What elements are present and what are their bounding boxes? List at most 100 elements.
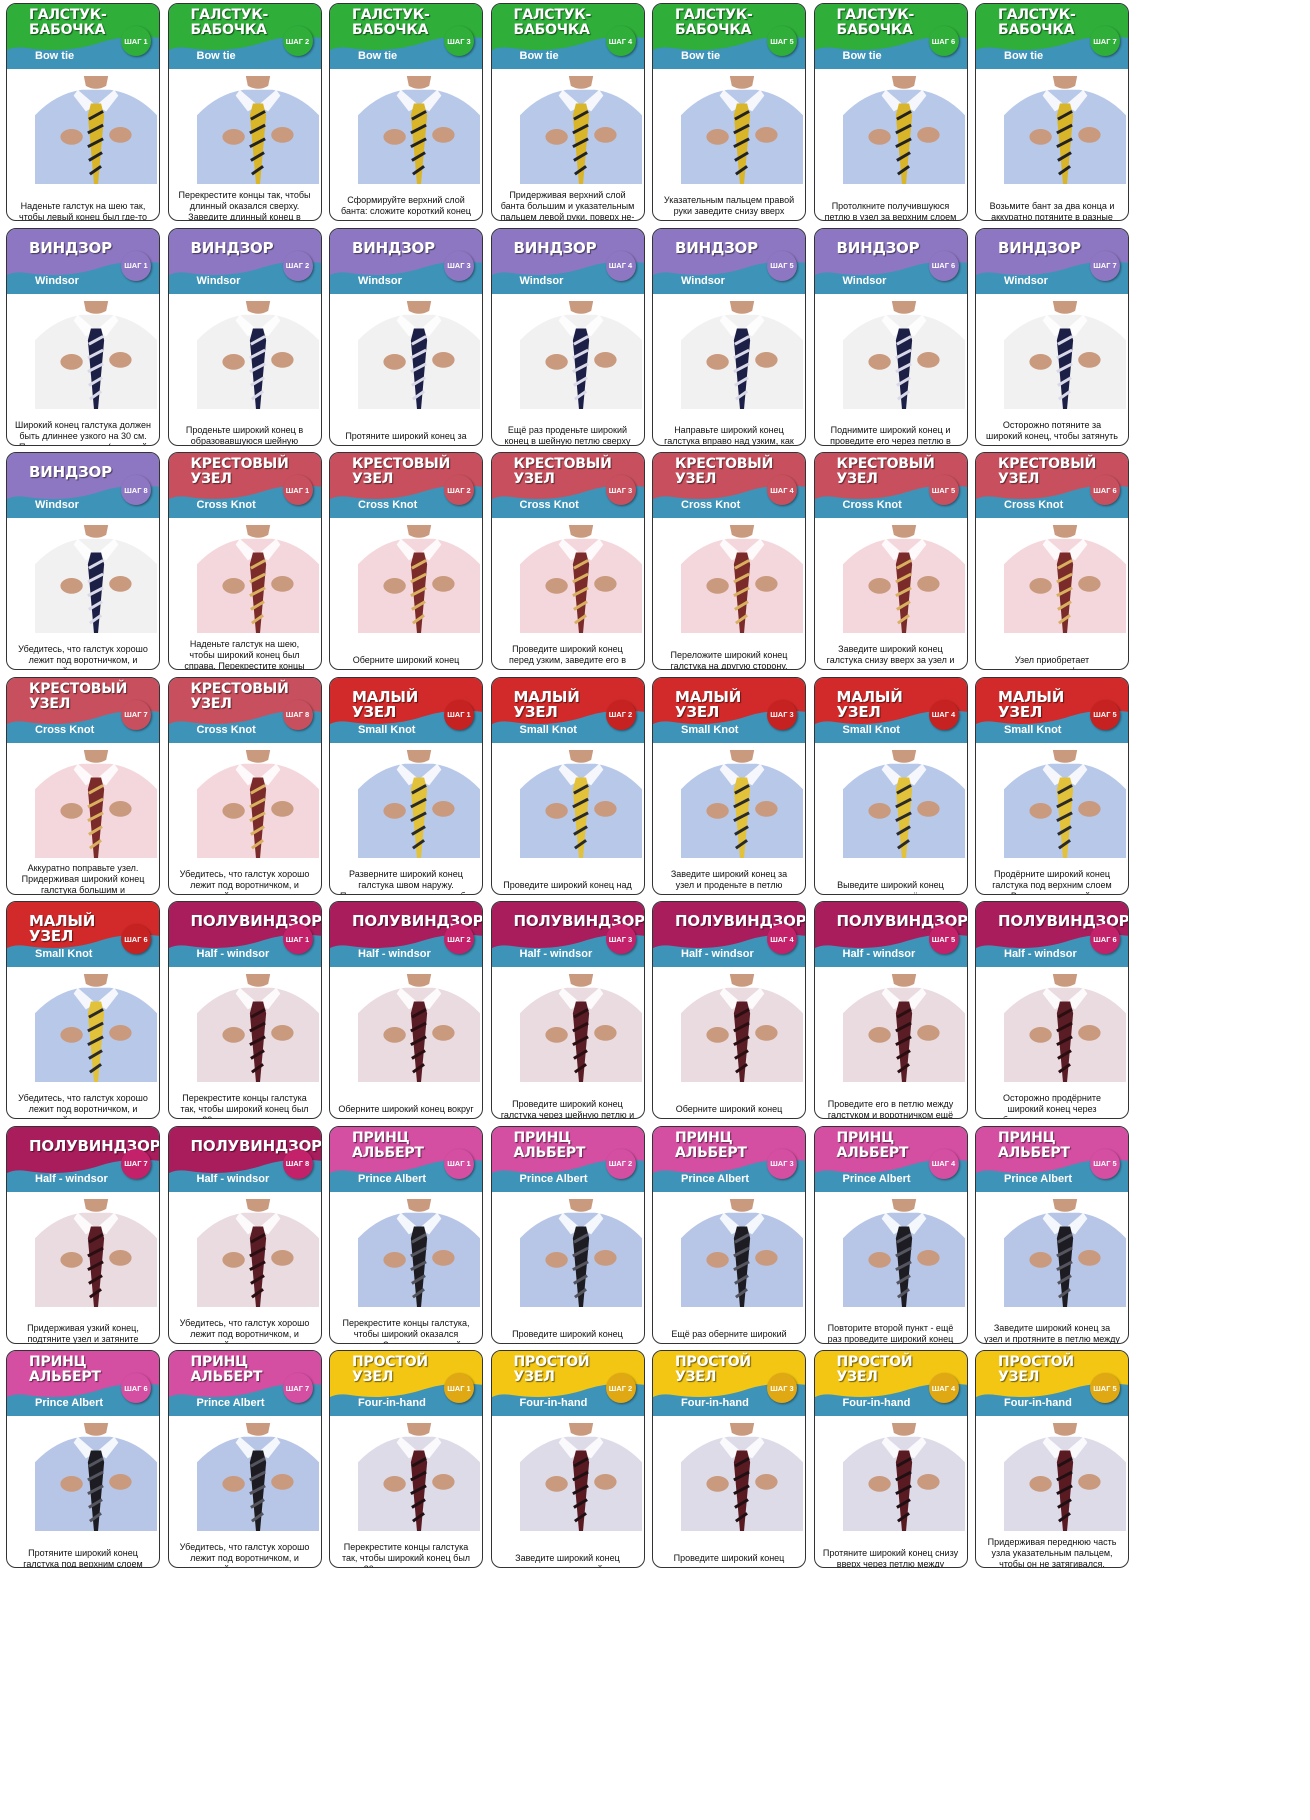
step-photo — [681, 1198, 803, 1307]
card-header: ПОЛУВИНДЗОР Half - windsor ШАГ 4 — [653, 902, 805, 967]
step-instruction: Протяните широкий конец за узлом на леву… — [345, 430, 467, 445]
instruction-card: ВИНДЗОР Windsor ШАГ 4 Ещё раз проденьте … — [490, 227, 645, 446]
step-badge: ШАГ 6 — [121, 924, 151, 954]
instruction-card: КРЕСТОВЫЙ УЗЕЛ Cross Knot ШАГ 4 Переложи… — [652, 452, 806, 670]
step-instruction: Перекрестите концы галстука так, чтобы ш… — [341, 1542, 471, 1567]
instruction-card: ВИНДЗОР Windsor ШАГ 8 Убедитесь, что гал… — [6, 452, 160, 670]
card-title: ПОЛУВИНДЗОР — [998, 912, 1128, 930]
card-header: ПРИНЦ АЛЬБЕРТ Prince Albert ШАГ 5 — [976, 1126, 1128, 1192]
card-subtitle: Four-in-hand — [681, 1397, 749, 1409]
card-header: ГАЛСТУК-БАБОЧКА Bow tie ШАГ 2 — [168, 4, 321, 69]
step-badge: ШАГ 2 — [444, 924, 474, 954]
card-subtitle: Cross Knot — [842, 499, 902, 511]
instruction-card: ПРОСТОЙ УЗЕЛ Four-in-hand ШАГ 3 Проведит… — [652, 1350, 806, 1568]
step-instruction: Заведите широкий конец галстука за узкий… — [515, 1553, 620, 1567]
instruction-card: ВИНДЗОР Windsor ШАГ 5 Направьте широкий … — [652, 227, 806, 446]
step-instruction: Аккуратно поправьте узел. Придерживая ши… — [21, 863, 145, 895]
step-photo — [358, 1198, 480, 1307]
card-header: КРЕСТОВЫЙ УЗЕЛ Cross Knot ШАГ 4 — [653, 453, 805, 518]
step-photo — [35, 749, 157, 858]
step-badge: ШАГ 5 — [928, 924, 959, 954]
card-header: КРЕСТОВЫЙ УЗЕЛ Cross Knot ШАГ 7 — [7, 677, 159, 743]
tie-knot-cards-grid: ГАЛСТУК-БАБОЧКА Bow tie ШАГ 1 Наденьте г… — [0, 0, 1310, 1820]
card-header: ГАЛСТУК-БАБОЧКА Bow tie ШАГ 3 — [330, 4, 482, 69]
step-photo — [196, 300, 319, 409]
card-header: ГАЛСТУК-БАБОЧКА Bow tie ШАГ 7 — [976, 4, 1128, 69]
instruction-card: ГАЛСТУК-БАБОЧКА Bow tie ШАГ 5 Указательн… — [652, 3, 806, 221]
card-subtitle: Half - windsor — [1004, 948, 1077, 960]
step-photo — [358, 974, 480, 1082]
instruction-card: ВИНДЗОР Windsor ШАГ 1 Широкий конец галс… — [6, 227, 160, 446]
step-badge: ШАГ 4 — [767, 924, 797, 954]
instruction-card: ПОЛУВИНДЗОР Half - windsor ШАГ 5 Проведи… — [813, 901, 968, 1119]
step-instruction: Придерживая узкий конец, подтяните узел … — [27, 1323, 139, 1344]
instruction-card: КРЕСТОВЫЙ УЗЕЛ Cross Knot ШАГ 8 Убедитес… — [167, 676, 322, 895]
card-subtitle: Half - windsor — [681, 948, 754, 960]
card-subtitle: Half - windsor — [196, 1172, 270, 1185]
step-photo — [1004, 1198, 1126, 1307]
step-photo — [681, 300, 803, 409]
card-header: ВИНДЗОР Windsor ШАГ 4 — [491, 228, 644, 294]
step-badge: ШАГ 7 — [1090, 250, 1120, 281]
step-instruction: Заведите широкий конец за узел и продень… — [670, 868, 788, 894]
card-title: ПОЛУВИНДЗОР — [836, 912, 967, 930]
step-instruction: Проведите широкий конец галстука перед у… — [512, 1328, 623, 1343]
step-instruction: Продёрните широкий конец галстука под ве… — [987, 868, 1117, 894]
step-instruction: Оберните широкий конец спереди поверх уз… — [675, 1104, 783, 1118]
instruction-card: ПРИНЦ АЛЬБЕРТ Prince Albert ШАГ 3 Ещё ра… — [652, 1125, 806, 1344]
card-subtitle: Small Knot — [1004, 723, 1062, 736]
card-subtitle: Half - windsor — [358, 948, 431, 960]
step-badge: ШАГ 8 — [121, 475, 151, 505]
card-header: ПРИНЦ АЛЬБЕРТ Prince Albert ШАГ 4 — [814, 1126, 967, 1192]
step-photo — [519, 1423, 642, 1531]
step-badge: ШАГ 7 — [121, 1148, 151, 1179]
step-photo — [519, 525, 642, 633]
step-photo — [519, 749, 642, 858]
card-title: ВИНДЗОР — [352, 238, 435, 257]
step-instruction: Проведите его в петлю между галстуком и … — [827, 1098, 954, 1119]
instruction-card: КРЕСТОВЫЙ УЗЕЛ Cross Knot ШАГ 2 Оберните… — [329, 452, 483, 670]
step-instruction: Убедитесь, что галстук хорошо лежит под … — [179, 1542, 310, 1567]
instruction-card: МАЛЫЙ УЗЕЛ Small Knot ШАГ 6 Убедитесь, ч… — [6, 901, 160, 1119]
step-badge: ШАГ 3 — [767, 1373, 797, 1403]
card-header: ВИНДЗОР Windsor ШАГ 3 — [330, 228, 482, 294]
card-subtitle: Bow tie — [519, 50, 559, 62]
card-subtitle: Prince Albert — [358, 1172, 427, 1185]
step-photo — [35, 525, 157, 633]
card-subtitle: Prince Albert — [196, 1397, 265, 1409]
card-header: ПРИНЦ АЛЬБЕРТ Prince Albert ШАГ 6 — [7, 1351, 159, 1416]
card-header: ГАЛСТУК-БАБОЧКА Bow tie ШАГ 6 — [814, 4, 967, 69]
card-subtitle: Cross Knot — [35, 723, 95, 736]
step-badge: ШАГ 2 — [444, 475, 474, 505]
step-instruction: Осторожно потяните за широкий конец, что… — [986, 419, 1118, 445]
step-badge: ШАГ 1 — [121, 26, 151, 56]
step-instruction: Выведите широкий конец галстука вперёд. — [837, 879, 944, 894]
card-subtitle: Bow tie — [681, 50, 721, 62]
step-photo — [196, 76, 319, 184]
step-photo — [358, 300, 480, 409]
step-instruction: Оберните широкий конец вокруг узкого. — [338, 1104, 474, 1118]
step-instruction: Возьмите бант за два конца и аккуратно п… — [989, 200, 1115, 221]
card-subtitle: Half - windsor — [519, 948, 593, 960]
step-instruction: Направьте широкий конец галстука вправо … — [664, 425, 794, 446]
card-header: ВИНДЗОР Windsor ШАГ 5 — [653, 228, 805, 294]
step-badge: ШАГ 4 — [605, 26, 636, 56]
step-instruction: Наденьте галстук на шею, чтобы широкий к… — [184, 638, 305, 670]
step-badge: ШАГ 1 — [121, 250, 151, 281]
instruction-card: ПРОСТОЙ УЗЕЛ Four-in-hand ШАГ 4 Протянит… — [813, 1350, 968, 1568]
step-instruction: Наденьте галстук на шею так, чтобы левый… — [18, 200, 148, 221]
step-instruction: Проведите широкий конец перед узким, зав… — [508, 644, 627, 669]
card-title: ПОЛУВИНДЗОР — [675, 912, 805, 930]
card-title: ПОЛУВИНДЗОР — [352, 912, 482, 930]
card-subtitle: Cross Knot — [681, 499, 741, 511]
step-photo — [519, 1198, 642, 1307]
card-subtitle: Prince Albert — [1004, 1172, 1073, 1185]
instruction-card: ВИНДЗОР Windsor ШАГ 3 Протяните широкий … — [329, 227, 483, 446]
card-header: ПРИНЦ АЛЬБЕРТ Prince Albert ШАГ 3 — [653, 1126, 805, 1192]
card-header: КРЕСТОВЫЙ УЗЕЛ Cross Knot ШАГ 6 — [976, 453, 1128, 518]
instruction-card: ПОЛУВИНДЗОР Half - windsor ШАГ 8 Убедите… — [167, 1125, 322, 1344]
instruction-card: ПРОСТОЙ УЗЕЛ Four-in-hand ШАГ 2 Заведите… — [490, 1350, 645, 1568]
card-header: КРЕСТОВЫЙ УЗЕЛ Cross Knot ШАГ 3 — [491, 453, 644, 518]
card-subtitle: Cross Knot — [358, 499, 418, 511]
step-instruction: Придерживая верхний слой банта большим и… — [500, 189, 635, 221]
